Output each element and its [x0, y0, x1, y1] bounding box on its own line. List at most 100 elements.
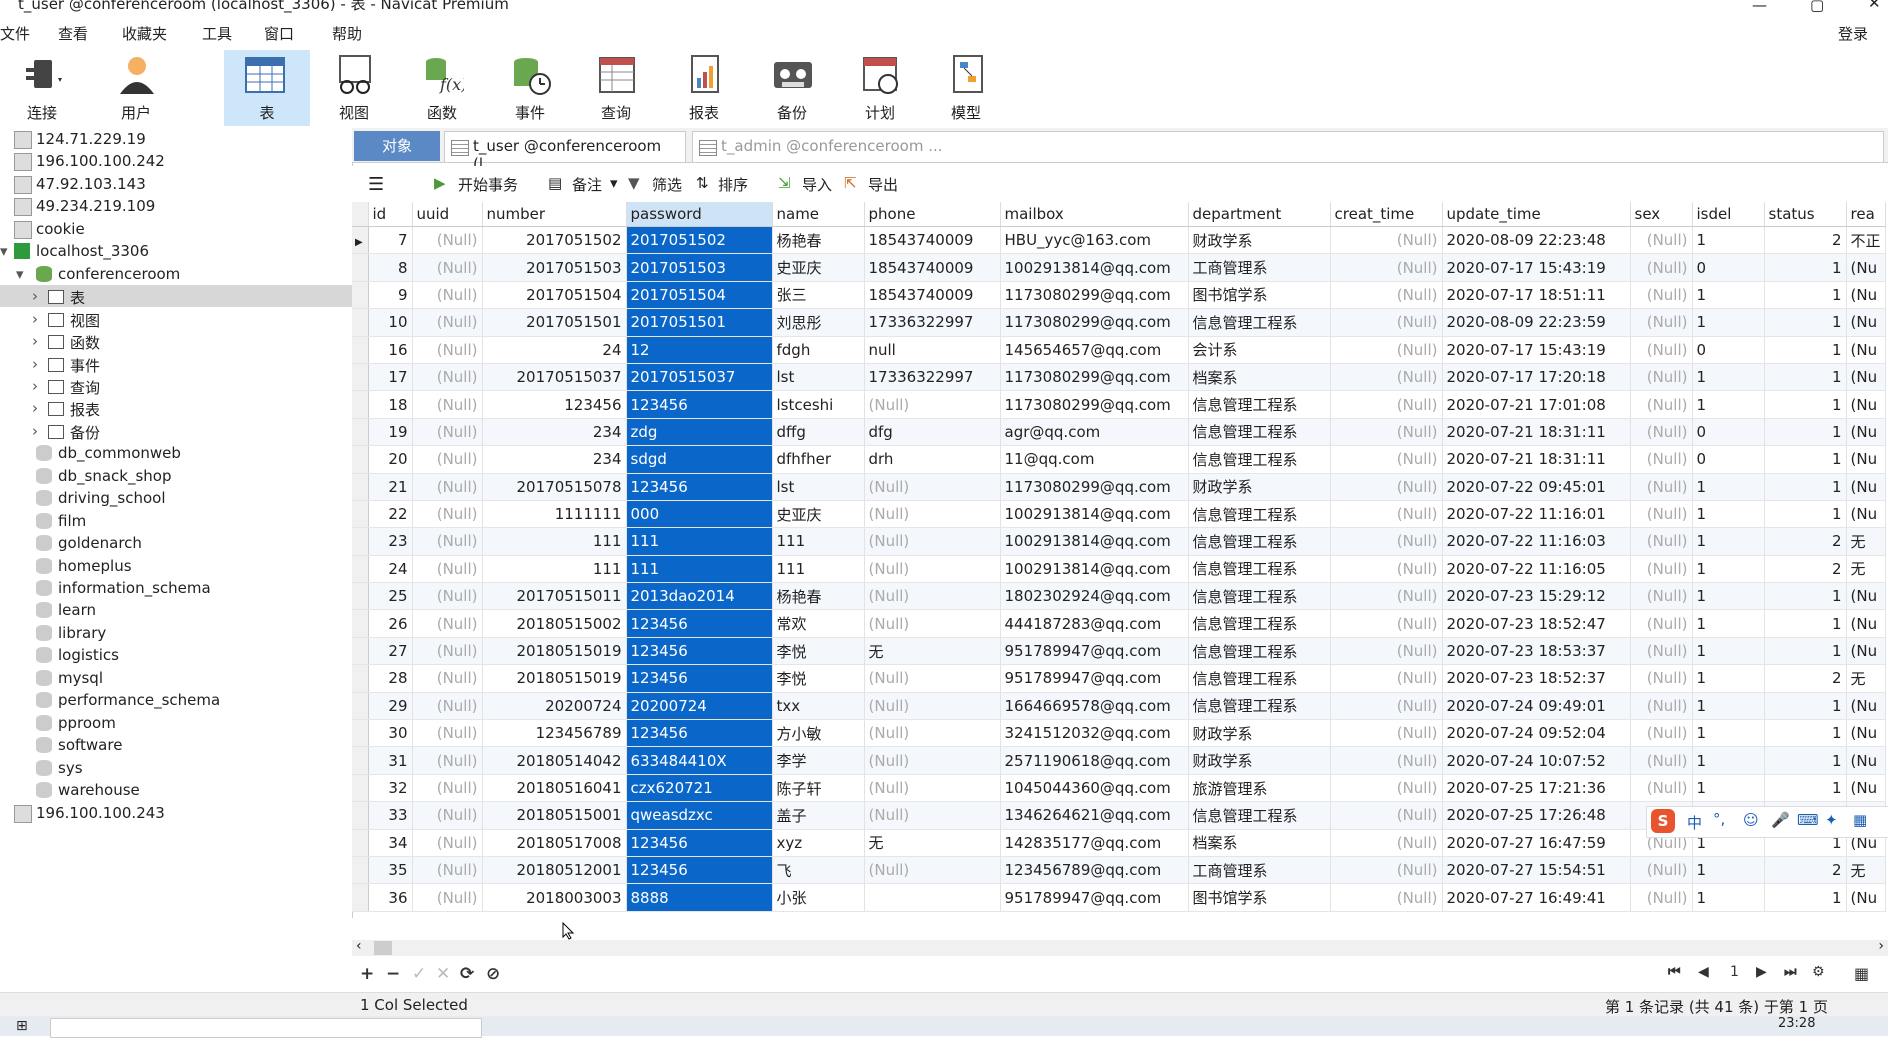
cell-number[interactable]: 123456789 — [482, 719, 627, 748]
column-header-id[interactable]: id — [368, 202, 413, 227]
cell-status[interactable]: 2 — [1764, 856, 1847, 885]
column-header-phone[interactable]: phone — [864, 202, 1001, 227]
minimize-icon[interactable]: — — [1752, 0, 1767, 14]
scroll-right-icon[interactable]: › — [1878, 938, 1884, 954]
cell-status[interactable]: 1 — [1764, 883, 1847, 912]
cell-isdel[interactable]: 1 — [1692, 582, 1765, 611]
table-row[interactable]: 29 (Null) 20200724 20200724 txx (Null) 1664669… — [352, 692, 1886, 721]
table-row[interactable]: 25 (Null) 20170515011 2013dao2014 杨艳春 (Null) 1… — [352, 582, 1886, 611]
cell-mailbox[interactable]: 1002913814@qq.com — [1000, 555, 1189, 584]
cell-department[interactable]: 信息管理工程系 — [1188, 418, 1331, 447]
cell-isdel[interactable]: 1 — [1692, 473, 1765, 501]
cell-phone[interactable]: 无 — [864, 829, 1001, 857]
cell-sex[interactable]: (Null) — [1630, 883, 1693, 912]
tab-t-admin[interactable]: t_admin @conferenceroom ... — [692, 131, 1884, 162]
cell-status[interactable]: 1 — [1764, 390, 1847, 419]
cell-mailbox[interactable]: 1173080299@qq.com — [1000, 363, 1189, 392]
cell-mailbox[interactable]: 1173080299@qq.com — [1000, 390, 1189, 419]
chevron-right-icon[interactable]: › — [32, 422, 38, 440]
ime-chinese-mode[interactable]: 中 — [1687, 812, 1702, 833]
cell-sex[interactable]: (Null) — [1630, 253, 1693, 282]
row-indicator[interactable] — [352, 637, 369, 666]
cell-phone[interactable]: (Null) — [864, 692, 1001, 721]
cell-mailbox[interactable]: 951789947@qq.com — [1000, 664, 1189, 693]
cell-id[interactable]: 34 — [368, 829, 413, 857]
cell-status[interactable]: 1 — [1764, 719, 1847, 748]
cell-isdel[interactable]: 1 — [1692, 637, 1765, 666]
cell-number[interactable]: 2017051502 — [482, 226, 627, 255]
table-row[interactable]: 35 (Null) 20180512001 123456 飞 (Null) 12345678… — [352, 856, 1886, 885]
cell-uuid[interactable]: (Null) — [412, 774, 483, 803]
cell-creat_time[interactable]: (Null) — [1330, 363, 1443, 392]
cell-sex[interactable]: (Null) — [1630, 308, 1693, 337]
cell-uuid[interactable]: (Null) — [412, 692, 483, 721]
cell-update_time[interactable]: 2020-07-25 17:21:36 — [1442, 774, 1631, 803]
cell-password[interactable]: 111 — [626, 555, 773, 584]
cell-sex[interactable]: (Null) — [1630, 527, 1693, 556]
cell-status[interactable]: 1 — [1764, 363, 1847, 392]
cell-number[interactable]: 234 — [482, 418, 627, 447]
cell-uuid[interactable]: (Null) — [412, 609, 483, 638]
cell-update_time[interactable]: 2020-07-17 17:20:18 — [1442, 363, 1631, 392]
cell-id[interactable]: 8 — [368, 253, 413, 282]
cell-update_time[interactable]: 2020-07-24 09:49:01 — [1442, 692, 1631, 721]
cell-phone[interactable]: (Null) — [864, 609, 1001, 638]
cell-name[interactable]: 111 — [772, 527, 865, 556]
cell-id[interactable]: 24 — [368, 555, 413, 584]
menu-favorites[interactable]: 收藏夹 — [122, 23, 167, 44]
table-row[interactable]: 9 (Null) 2017051504 2017051504 张三 18543740009… — [352, 281, 1886, 310]
add-record-icon[interactable]: + — [360, 964, 374, 984]
cell-password[interactable]: 123456 — [626, 856, 773, 885]
cell-sex[interactable]: (Null) — [1630, 774, 1693, 803]
column-header-password[interactable]: password — [626, 202, 773, 227]
cell-id[interactable]: 36 — [368, 883, 413, 912]
cell-number[interactable]: 24 — [482, 336, 627, 364]
cell-sex[interactable]: (Null) — [1630, 473, 1693, 501]
cell-name[interactable]: lst — [772, 363, 865, 392]
cell-department[interactable]: 财政学系 — [1188, 719, 1331, 748]
row-indicator[interactable] — [352, 719, 369, 748]
cell-number[interactable]: 20180517008 — [482, 829, 627, 857]
cell-status[interactable]: 2 — [1764, 226, 1847, 255]
cell-number[interactable]: 20180512001 — [482, 856, 627, 885]
cell-department[interactable]: 图书馆学系 — [1188, 281, 1331, 310]
cell-mailbox[interactable]: 3241512032@qq.com — [1000, 719, 1189, 748]
cell-uuid[interactable]: (Null) — [412, 308, 483, 337]
cell-status[interactable]: 1 — [1764, 281, 1847, 310]
cell-uuid[interactable]: (Null) — [412, 390, 483, 419]
cell-rea[interactable]: (Nu — [1846, 746, 1886, 775]
row-indicator[interactable] — [352, 801, 369, 830]
cell-update_time[interactable]: 2020-07-17 15:43:19 — [1442, 336, 1631, 364]
toolbox-icon[interactable]: ▦ — [1853, 811, 1867, 829]
cell-update_time[interactable]: 2020-07-21 17:01:08 — [1442, 390, 1631, 419]
cell-creat_time[interactable]: (Null) — [1330, 308, 1443, 337]
cell-creat_time[interactable]: (Null) — [1330, 445, 1443, 474]
cell-creat_time[interactable]: (Null) — [1330, 527, 1443, 556]
cell-password[interactable]: 123456 — [626, 664, 773, 693]
cell-uuid[interactable]: (Null) — [412, 445, 483, 474]
table-row[interactable]: 27 (Null) 20180515019 123456 李悦无 951789947@qq… — [352, 637, 1886, 666]
cell-password[interactable]: 2017051502 — [626, 226, 773, 255]
cell-phone[interactable]: (Null) — [864, 664, 1001, 693]
cell-isdel[interactable]: 1 — [1692, 609, 1765, 638]
cell-status[interactable]: 1 — [1764, 692, 1847, 721]
row-indicator[interactable] — [352, 883, 369, 912]
cell-rea[interactable]: (Nu — [1846, 445, 1886, 474]
cell-rea[interactable]: (Nu — [1846, 308, 1886, 337]
chevron-right-icon[interactable]: › — [32, 332, 38, 350]
column-header-creat_time[interactable]: creat_time — [1330, 202, 1443, 227]
event-button[interactable]: 事件 — [490, 50, 570, 126]
cell-update_time[interactable]: 2020-07-23 18:52:47 — [1442, 609, 1631, 638]
cell-creat_time[interactable]: (Null) — [1330, 883, 1443, 912]
chevron-right-icon[interactable]: › — [32, 287, 38, 305]
cell-status[interactable]: 1 — [1764, 253, 1847, 282]
chevron-right-icon[interactable]: › — [32, 377, 38, 395]
menu-tools[interactable]: 工具 — [202, 23, 232, 44]
cell-id[interactable]: 28 — [368, 664, 413, 693]
cell-status[interactable]: 1 — [1764, 500, 1847, 529]
cell-isdel[interactable]: 0 — [1692, 336, 1765, 364]
cell-phone[interactable]: (Null) — [864, 582, 1001, 611]
cell-id[interactable]: 31 — [368, 746, 413, 775]
column-header-uuid[interactable]: uuid — [412, 202, 483, 227]
cell-creat_time[interactable]: (Null) — [1330, 500, 1443, 529]
